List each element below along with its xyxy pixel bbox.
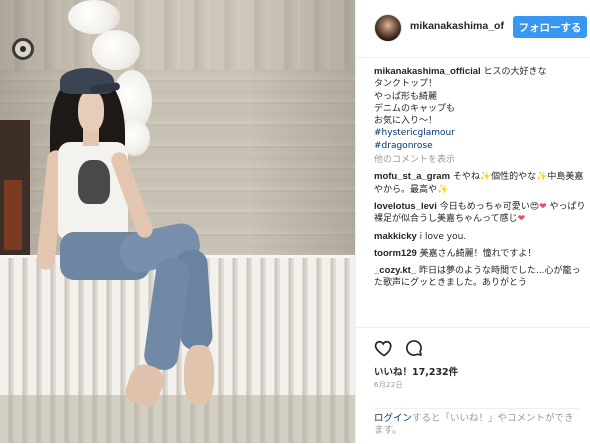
comment-username[interactable]: lovelotus_levi (374, 201, 437, 212)
photo-speaker (12, 38, 34, 60)
avatar[interactable] (374, 14, 402, 42)
hashtag-link[interactable]: #dragonrose (374, 140, 586, 152)
post-header: mikanakashima_of フォローする (356, 0, 590, 58)
caption-line: やっぱ形も綺麗 (374, 91, 438, 102)
photo-woman-tank-print (78, 160, 110, 204)
photo-floor (0, 395, 355, 443)
comment-item: _cozy.kt_ 昨日は夢のような時間でした...心が籠った歌声にグッときまし… (374, 265, 586, 290)
photo-woman-face (78, 90, 104, 132)
comment-item: mofu_st_a_gram そやね✨個性的やな✨中島美嘉やから。最高や✨ (374, 171, 586, 196)
photo-lamp (92, 30, 140, 70)
comment-text: i love you. (419, 231, 467, 242)
comment-username[interactable]: mofu_st_a_gram (374, 171, 450, 182)
smiling-heart-eyes-icon: 😍 (529, 201, 540, 212)
post-actions: いいね！17,232件 6月22日 ログインすると「いいね！」やコメントができま… (356, 327, 590, 444)
photo-woman-foot (184, 345, 214, 405)
heart-emoji-icon: ❤ (539, 201, 547, 212)
comment-text: そやね (452, 172, 480, 183)
comment-text: 個性的やな (491, 172, 537, 183)
comment-username[interactable]: toorm129 (374, 248, 417, 259)
comment-text: 美嘉さん綺麗！憧れですよ！ (419, 248, 537, 259)
comment-item: lovelotus_levi 今日もめっちゃ可愛い😍❤ やっぱり裸足が似合うし美… (374, 201, 586, 226)
caption: mikanakashima_official ヒスの大好きな タンクトップ！ や… (374, 66, 586, 152)
load-more-comments-link[interactable]: 他のコメントを表示 (374, 154, 586, 166)
sparkle-icon: ✨ (437, 184, 449, 195)
caption-line: お気に入り〜！ (374, 116, 438, 127)
post-photo[interactable] (0, 0, 355, 443)
heart-outline-icon[interactable] (374, 338, 394, 358)
comment-item: toorm129 美嘉さん綺麗！憧れですよ！ (374, 248, 586, 260)
comment-text: 今日もめっちゃ可愛い (439, 201, 530, 212)
heart-emoji-icon: ❤ (517, 214, 526, 225)
login-link[interactable]: ログイン (374, 413, 412, 424)
comment-username[interactable]: _cozy.kt_ (374, 265, 416, 276)
comment-username[interactable]: makkicky (374, 231, 417, 242)
comment-bubble-icon[interactable] (404, 338, 424, 358)
caption-username[interactable]: mikanakashima_official (374, 66, 481, 77)
post-date[interactable]: 6月22日 (374, 380, 403, 390)
post-side-panel: mikanakashima_of フォローする mikanakashima_of… (355, 0, 590, 443)
likes-count[interactable]: いいね！17,232件 (374, 364, 458, 378)
instagram-post-view: mikanakashima_of フォローする mikanakashima_of… (0, 0, 590, 443)
post-username[interactable]: mikanakashima_of (410, 20, 506, 32)
follow-button[interactable]: フォローする (513, 16, 587, 38)
caption-line: デニムのキャップも (374, 103, 456, 114)
sparkle-icon: ✨ (479, 172, 492, 183)
login-prompt: ログインすると「いいね！」やコメントができます。 (374, 408, 579, 437)
sparkle-icon: ✨ (536, 172, 548, 183)
caption-line: タンクトップ！ (374, 79, 438, 90)
photo-lamp (68, 0, 120, 34)
comment-item: makkicky i love you. (374, 231, 586, 243)
caption-line: ヒスの大好きな (483, 67, 547, 77)
photo-doorway-accent (4, 180, 22, 250)
comments-section: mikanakashima_official ヒスの大好きな タンクトップ！ や… (374, 66, 586, 295)
hashtag-link[interactable]: #hystericglamour (374, 127, 586, 139)
